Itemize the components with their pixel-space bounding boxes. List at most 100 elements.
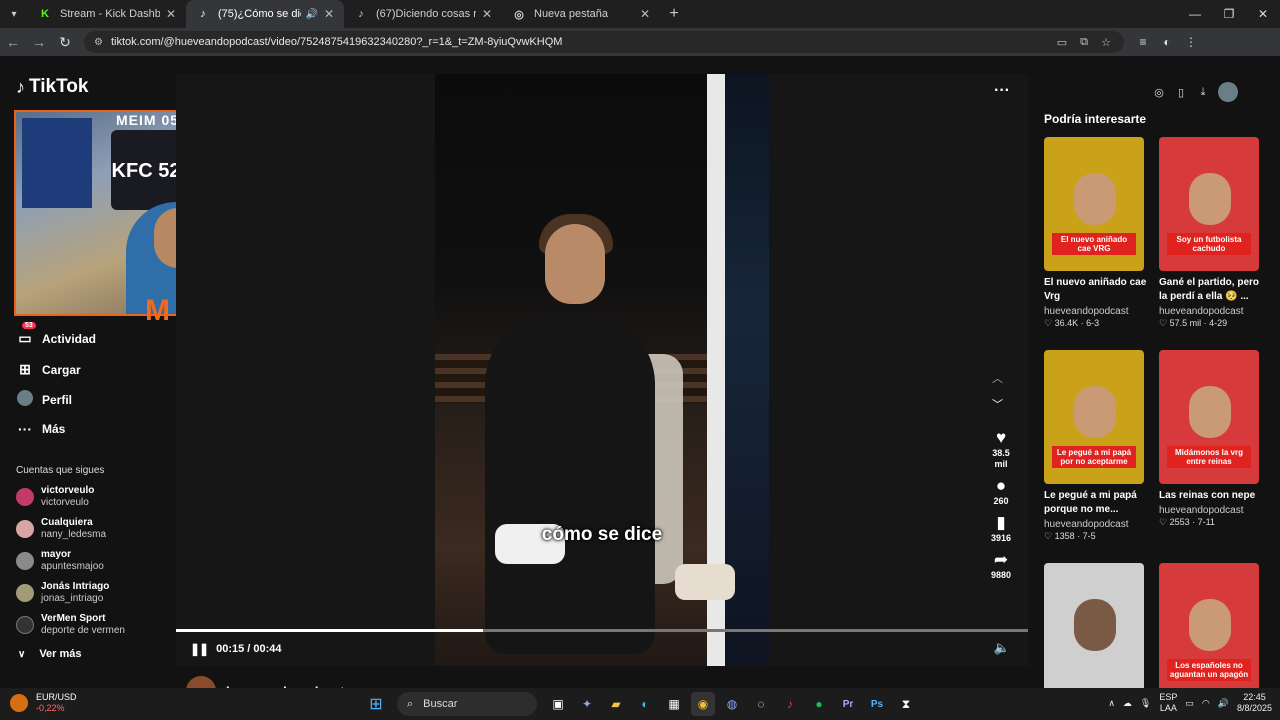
display-icon[interactable]: ▭ [1185, 698, 1194, 709]
sidebar-item-upload[interactable]: ⊞ Cargar [16, 361, 81, 378]
notification-badge: 53 [22, 322, 36, 329]
following-item[interactable]: VerMen Sport deporte de vermen [16, 613, 125, 637]
taskbar-search[interactable]: ⌕ Buscar [397, 692, 537, 716]
profile-icon[interactable]: ◐ [1158, 35, 1176, 49]
obs-icon[interactable]: ◌ [749, 692, 773, 716]
network-icon[interactable]: ☁ [1123, 698, 1132, 709]
close-window-icon[interactable]: ✕ [1246, 0, 1280, 28]
following-handle: deporte de vermen [41, 625, 125, 636]
speaker-icon[interactable]: 🔊 [305, 9, 317, 20]
task-view-icon[interactable]: ▣ [546, 692, 570, 716]
clock-time: 22:45 [1243, 692, 1266, 702]
following-item[interactable]: mayor apuntesmajoo [16, 549, 104, 573]
like-button[interactable]: ♥ 38.5 mil [989, 428, 1013, 470]
recommendation-thumbnail[interactable]: El nuevo aniñado cae VRG [1044, 137, 1144, 271]
edge-icon[interactable]: ◐ [633, 692, 657, 716]
close-icon[interactable]: ✕ [324, 7, 334, 21]
tab-tiktok[interactable]: ♪ (67)Diciendo cosas random y e ✕ [344, 0, 502, 28]
photoshop-icon[interactable]: Ps [865, 692, 889, 716]
close-icon[interactable]: ✕ [640, 7, 650, 21]
store-icon[interactable]: ▦ [662, 692, 686, 716]
more-options-icon[interactable]: ··· [994, 82, 1010, 100]
address-bar[interactable]: ⚙ tiktok.com/@hueveandopodcast/video/752… [84, 31, 1124, 53]
recommendation-card[interactable]: El nuevo aniñado cae VRG El nuevo aniñad… [1044, 137, 1146, 329]
following-item[interactable]: Cualquiera nany_ledesma [16, 517, 106, 541]
ticker-widget[interactable]: EUR/USD -0,22% [10, 692, 77, 714]
restore-icon[interactable]: ❐ [1212, 0, 1246, 28]
download-icon[interactable]: ⤓ [1196, 86, 1210, 99]
sidebar-item-activity[interactable]: ▭ 53 Actividad [16, 322, 96, 347]
recommendation-card[interactable]: Midámonos la vrg entre reinas Las reinas… [1159, 350, 1259, 528]
video-progress-bar[interactable] [176, 629, 1028, 632]
tray-overflow-icon[interactable]: ∧ [1108, 698, 1115, 709]
close-icon[interactable]: ✕ [482, 7, 492, 21]
coin-icon[interactable]: ◎ [1152, 86, 1166, 99]
chrome-icon[interactable]: ◉ [691, 692, 715, 716]
recommendation-thumbnail[interactable]: Le pegué a mi papá por no aceptarme [1044, 350, 1144, 484]
recommendation-thumbnail[interactable] [1044, 563, 1144, 688]
save-button[interactable]: ▮ 3916 [991, 513, 1011, 544]
avatar[interactable] [1218, 82, 1238, 102]
tab-tiktok-active[interactable]: ♪ (75)¿Cómo se dice y dónde 🔊 ✕ [186, 0, 344, 28]
following-item[interactable]: Jonás Intriago jonas_intriago [16, 581, 109, 605]
kebab-menu-icon[interactable]: ⋮ [1182, 35, 1200, 49]
reload-icon[interactable]: ↻ [52, 29, 78, 55]
chevron-up-icon[interactable]: ︿ [992, 370, 1003, 386]
wifi-icon[interactable]: ◠ [1202, 698, 1210, 709]
reading-list-icon[interactable]: ≡ [1134, 35, 1152, 49]
following-heading: Cuentas que sigues [16, 465, 105, 476]
recommendation-thumbnail[interactable]: Los españoles no aguantan un apagón [1159, 563, 1259, 688]
currency-icon [10, 694, 28, 712]
volume-icon[interactable]: 🔈 [994, 640, 1010, 656]
recommendation-card[interactable]: Le pegué a mi papá por no aceptarme Le p… [1044, 350, 1144, 542]
discord-icon[interactable]: ◍ [720, 692, 744, 716]
sidebar-item-profile[interactable]: Perfil [16, 390, 72, 409]
capcut-icon[interactable]: ⧗ [894, 692, 918, 716]
spotify-icon[interactable]: ● [807, 692, 831, 716]
bookmark-star-icon[interactable]: ☆ [1098, 36, 1114, 49]
premiere-icon[interactable]: Pr [836, 692, 860, 716]
speaker-icon[interactable]: 🔊 [1218, 698, 1229, 709]
tab-kick[interactable]: K Stream - Kick Dashboard ✕ [28, 0, 186, 28]
back-icon[interactable]: ← [0, 29, 26, 55]
file-explorer-icon[interactable]: ▰ [604, 692, 628, 716]
search-placeholder: Buscar [423, 698, 458, 710]
cast-icon[interactable]: ▭ [1054, 36, 1070, 49]
recommendation-card[interactable]: Los españoles no aguantan un apagón [1159, 563, 1259, 688]
video-player[interactable]: cómo se dice ··· ︿ ﹀ ♥ 38.5 mil ● 260 ▮ … [176, 74, 1028, 666]
phone-icon[interactable]: ▯ [1174, 86, 1188, 99]
recommendation-thumbnail[interactable]: Soy un futbolista cachudo [1159, 137, 1259, 271]
see-more-label: Ver más [39, 648, 82, 660]
following-item[interactable]: victorveulo victorveulo [16, 485, 94, 509]
author-row[interactable]: hueveandopodcast [186, 676, 344, 688]
url-text: tiktok.com/@hueveandopodcast/video/75248… [110, 36, 563, 48]
sidebar-item-more[interactable]: ··· Más [16, 421, 65, 437]
chevron-down-icon[interactable]: ﹀ [992, 396, 1003, 412]
tab-search-icon[interactable]: ▾ [0, 0, 28, 28]
tiktok-logo[interactable]: ♪ TikTok [16, 76, 88, 98]
recommendation-card[interactable] [1044, 563, 1144, 688]
comment-button[interactable]: ● 260 [993, 476, 1008, 507]
video-frame[interactable]: cómo se dice [435, 74, 769, 666]
microphone-icon[interactable]: 🎙 [1140, 698, 1151, 709]
taskbar-apps: ⊞ ⌕ Buscar ▣ ✦ ▰ ◐ ▦ ◉ ◍ ◌ ♪ ● Pr Ps ⧗ [364, 692, 918, 716]
following-handle: nany_ledesma [41, 529, 107, 540]
site-info-icon[interactable]: ⚙ [94, 37, 103, 48]
see-more-button[interactable]: ∨ Ver más [18, 648, 82, 660]
copilot-icon[interactable]: ✦ [575, 692, 599, 716]
close-icon[interactable]: ✕ [166, 7, 176, 21]
recommendation-card[interactable]: Soy un futbolista cachudo Gané el partid… [1159, 137, 1259, 329]
minimize-icon[interactable]: — [1178, 0, 1212, 28]
language-indicator[interactable]: ESP LAA [1159, 692, 1177, 714]
windows-start-icon[interactable]: ⊞ [364, 692, 388, 716]
tab-new[interactable]: ◎ Nueva pestaña ✕ [502, 0, 660, 28]
translate-icon[interactable]: ⧉ [1076, 36, 1092, 49]
forward-icon[interactable]: → [26, 29, 52, 55]
video-scene [485, 314, 655, 654]
recommendation-thumbnail[interactable]: Midámonos la vrg entre reinas [1159, 350, 1259, 484]
new-tab-button[interactable]: + [660, 5, 688, 23]
clock[interactable]: 22:45 8/8/2025 [1237, 692, 1272, 714]
pause-icon[interactable]: ❚❚ [190, 642, 209, 656]
share-button[interactable]: ➦ 9880 [991, 550, 1011, 581]
tiktok-icon[interactable]: ♪ [778, 692, 802, 716]
